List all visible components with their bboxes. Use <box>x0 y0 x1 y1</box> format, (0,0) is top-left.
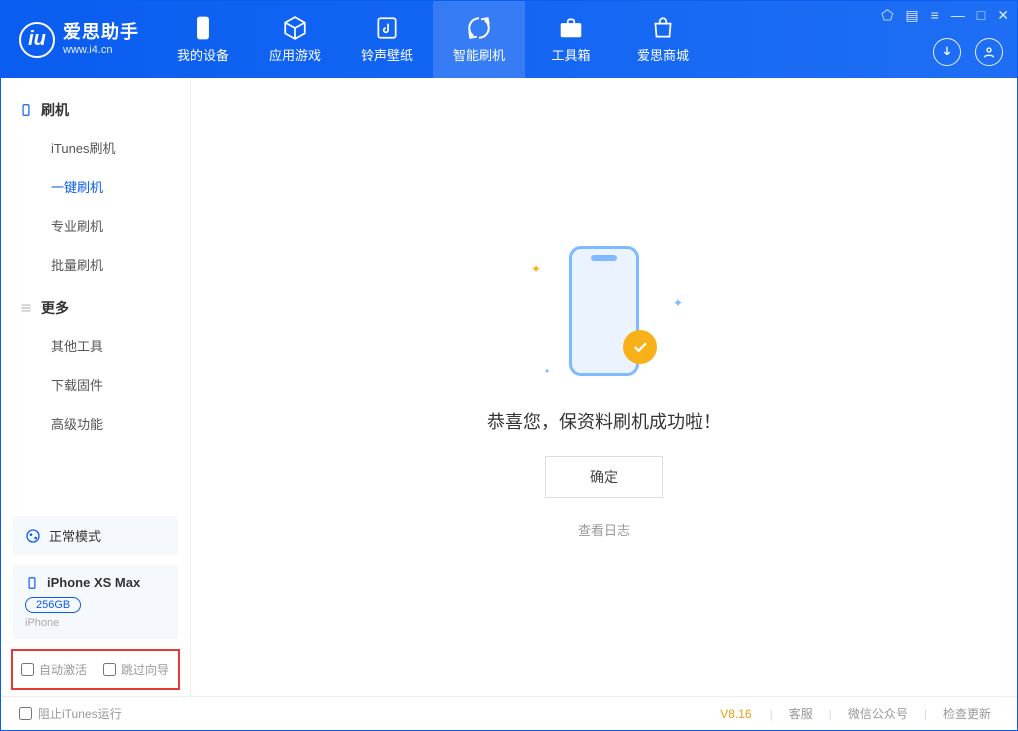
maximize-button[interactable]: □ <box>977 7 985 24</box>
tab-device-label: 我的设备 <box>177 45 229 64</box>
block-itunes-checkbox[interactable]: 阻止iTunes运行 <box>19 705 122 722</box>
device-info-card[interactable]: iPhone XS Max 256GB iPhone <box>13 565 178 639</box>
menu-icon[interactable]: ≡ <box>931 7 939 24</box>
sidebar-item-pro-flash[interactable]: 专业刷机 <box>1 206 190 245</box>
tab-store[interactable]: 爱思商城 <box>617 1 709 78</box>
list-icon[interactable]: ▤ <box>905 7 918 24</box>
success-illustration: ✦ ✦ • <box>519 236 689 386</box>
titlebar: iu 爱思助手 www.i4.cn 我的设备 应用游戏 铃声壁纸 智能刷机 <box>1 1 1017 78</box>
logo-icon: iu <box>19 22 55 58</box>
sparkle-icon: • <box>545 364 549 378</box>
tab-flash[interactable]: 智能刷机 <box>433 1 525 78</box>
app-window: iu 爱思助手 www.i4.cn 我的设备 应用游戏 铃声壁纸 智能刷机 <box>0 0 1018 731</box>
device-name: iPhone XS Max <box>47 575 140 590</box>
user-button[interactable] <box>975 38 1003 66</box>
close-button[interactable]: ✕ <box>997 7 1009 24</box>
tab-flash-label: 智能刷机 <box>453 45 505 64</box>
tab-apps-label: 应用游戏 <box>269 45 321 64</box>
ok-button[interactable]: 确定 <box>545 456 663 498</box>
options-row: 自动激活 跳过向导 <box>11 649 180 690</box>
note-icon <box>374 15 400 41</box>
tab-ringtone[interactable]: 铃声壁纸 <box>341 1 433 78</box>
device-capacity-badge: 256GB <box>25 597 81 613</box>
device-icon <box>190 15 216 41</box>
sparkle-icon: ✦ <box>673 296 683 310</box>
sidebar-item-batch-flash[interactable]: 批量刷机 <box>1 245 190 284</box>
support-link[interactable]: 客服 <box>781 705 821 722</box>
refresh-icon <box>466 15 492 41</box>
sidebar: 刷机 iTunes刷机 一键刷机 专业刷机 批量刷机 更多 其他工具 下载固件 … <box>1 78 191 696</box>
block-itunes-label: 阻止iTunes运行 <box>38 705 122 722</box>
auto-activate-label: 自动激活 <box>39 661 87 678</box>
footer: 阻止iTunes运行 V8.16 | 客服 | 微信公众号 | 检查更新 <box>1 696 1017 730</box>
wechat-link[interactable]: 微信公众号 <box>840 705 916 722</box>
device-phone-icon <box>25 576 39 590</box>
sidebar-item-oneclick-flash[interactable]: 一键刷机 <box>1 167 190 206</box>
tab-apps[interactable]: 应用游戏 <box>249 1 341 78</box>
mode-label: 正常模式 <box>49 526 101 545</box>
tab-store-label: 爱思商城 <box>637 45 689 64</box>
device-type: iPhone <box>25 617 166 629</box>
cube-icon <box>282 15 308 41</box>
sidebar-group-more-label: 更多 <box>41 298 69 318</box>
tab-tools-label: 工具箱 <box>551 45 590 64</box>
tab-ringtone-label: 铃声壁纸 <box>361 45 413 64</box>
sidebar-group-flash-label: 刷机 <box>41 100 69 120</box>
success-message: 恭喜您，保资料刷机成功啦！ <box>487 408 721 434</box>
check-update-link[interactable]: 检查更新 <box>935 705 999 722</box>
view-log-link[interactable]: 查看日志 <box>578 520 630 539</box>
sidebar-item-download-fw[interactable]: 下载固件 <box>1 365 190 404</box>
sidebar-item-advanced[interactable]: 高级功能 <box>1 404 190 443</box>
app-url: www.i4.cn <box>63 44 139 57</box>
minimize-button[interactable]: — <box>951 7 965 24</box>
shirt-icon[interactable]: ⬠ <box>881 7 893 24</box>
download-button[interactable] <box>933 38 961 66</box>
version-label: V8.16 <box>720 707 751 721</box>
main-content: ✦ ✦ • 恭喜您，保资料刷机成功啦！ 确定 查看日志 <box>191 78 1017 696</box>
bag-icon <box>650 15 676 41</box>
main-tabs: 我的设备 应用游戏 铃声壁纸 智能刷机 工具箱 爱思商城 <box>157 1 709 78</box>
phone-icon <box>19 103 33 117</box>
auto-activate-checkbox[interactable]: 自动激活 <box>21 661 87 678</box>
more-icon <box>19 301 33 315</box>
skip-guide-checkbox[interactable]: 跳过向导 <box>103 661 169 678</box>
sparkle-icon: ✦ <box>531 262 541 276</box>
app-name: 爱思助手 <box>63 22 139 44</box>
toolbox-icon <box>558 15 584 41</box>
mode-icon <box>25 528 41 544</box>
device-mode-card[interactable]: 正常模式 <box>13 516 178 555</box>
sidebar-group-more: 更多 <box>1 290 190 326</box>
logo: iu 爱思助手 www.i4.cn <box>1 1 157 78</box>
window-controls: ⬠ ▤ ≡ — □ ✕ <box>881 7 1009 24</box>
tab-device[interactable]: 我的设备 <box>157 1 249 78</box>
check-badge-icon <box>623 330 657 364</box>
sidebar-item-itunes-flash[interactable]: iTunes刷机 <box>1 128 190 167</box>
sidebar-item-other-tools[interactable]: 其他工具 <box>1 326 190 365</box>
tab-tools[interactable]: 工具箱 <box>525 1 617 78</box>
sidebar-group-flash: 刷机 <box>1 92 190 128</box>
skip-guide-label: 跳过向导 <box>121 661 169 678</box>
